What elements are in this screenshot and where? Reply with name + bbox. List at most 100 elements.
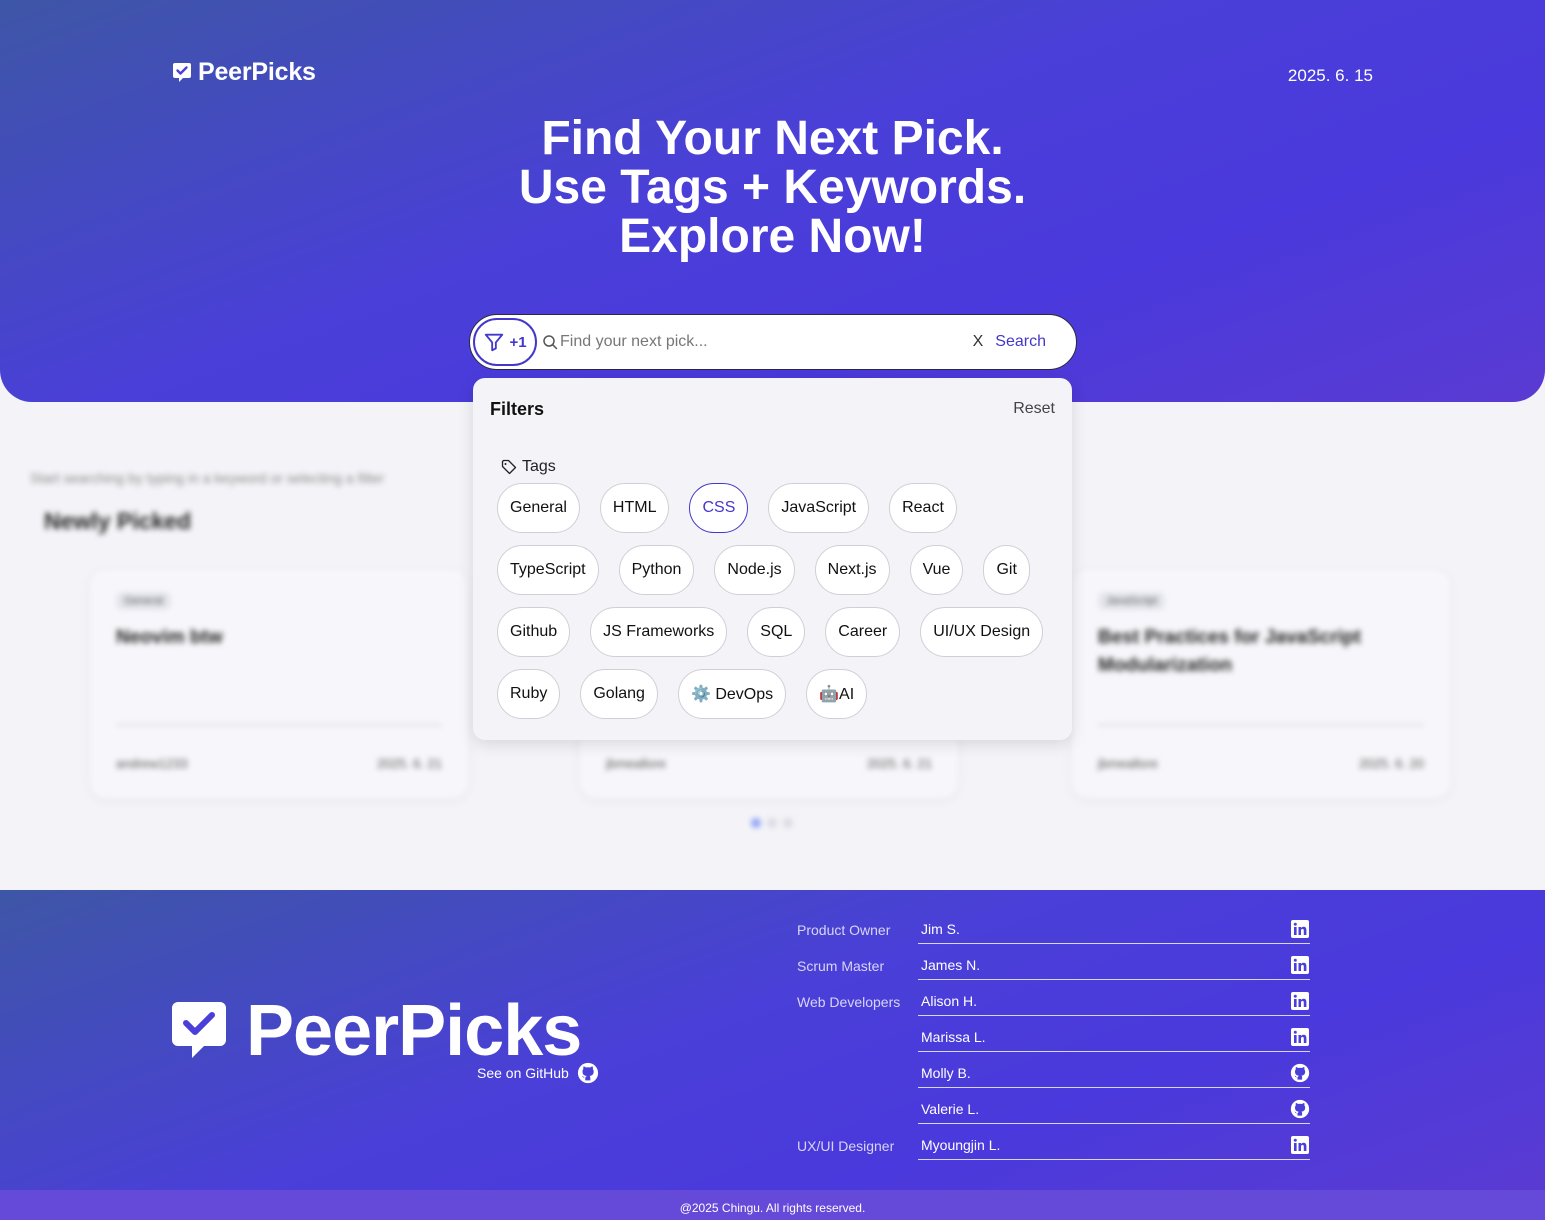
team-member-row: Valerie L. xyxy=(797,1094,1310,1130)
search-bar: +1 X Search xyxy=(469,314,1077,370)
logo-text: PeerPicks xyxy=(198,58,316,86)
carousel-dot[interactable] xyxy=(783,818,793,828)
team-member-row: Web Developers Alison H. xyxy=(797,986,1310,1022)
team-member: Valerie L. xyxy=(918,1096,1310,1124)
reset-filters-button[interactable]: Reset xyxy=(1013,400,1055,418)
card-divider xyxy=(116,724,442,726)
team-member: Myoungjin L. xyxy=(918,1132,1310,1160)
search-icon xyxy=(543,335,558,350)
footer-logo-text: PeerPicks xyxy=(246,991,582,1071)
check-bubble-icon xyxy=(172,1002,226,1058)
filter-count-badge: +1 xyxy=(509,333,527,351)
tag-chip[interactable]: Next.js xyxy=(814,545,890,595)
team-member-row: Molly B. xyxy=(797,1058,1310,1094)
filter-toggle-button[interactable]: +1 xyxy=(473,318,537,366)
card-tag: JavaScript xyxy=(1098,592,1166,610)
tag-chip-row: Github JS Frameworks SQL Career UI/UX De… xyxy=(497,607,1057,657)
team-member-row: Product Owner Jim S. xyxy=(797,914,1310,950)
team-member-row: Marissa L. xyxy=(797,1022,1310,1058)
tag-icon xyxy=(501,459,517,475)
tag-chip[interactable]: TypeScript xyxy=(497,545,599,595)
tag-chip[interactable]: HTML xyxy=(599,483,670,533)
search-input[interactable] xyxy=(560,333,973,351)
member-name: James N. xyxy=(921,957,981,973)
card-title: Neovim btw xyxy=(116,627,223,648)
tag-chip[interactable]: SQL xyxy=(747,607,806,657)
tag-chip[interactable]: Github xyxy=(497,607,571,657)
card-title: Best Practices for JavaScript Modulariza… xyxy=(1098,627,1361,676)
member-name: Alison H. xyxy=(921,993,978,1009)
card-date: 2025. 6. 20 xyxy=(1358,756,1424,771)
team-member: James N. xyxy=(918,952,1310,980)
current-date: 2025. 6. 15 xyxy=(1287,66,1373,85)
team-member: Alison H. xyxy=(918,988,1310,1016)
search-hint: Start searching by typing in a keyword o… xyxy=(30,470,385,486)
search-button[interactable]: Search xyxy=(995,333,1046,351)
tag-chip[interactable]: Python xyxy=(618,545,695,595)
member-name: Myoungjin L. xyxy=(921,1137,1001,1153)
linkedin-icon[interactable] xyxy=(1290,919,1310,939)
team-member-row: Scrum Master James N. xyxy=(797,950,1310,986)
linkedin-icon[interactable] xyxy=(1290,1027,1310,1047)
tag-chip[interactable]: Career xyxy=(825,607,901,657)
tag-chip-row: TypeScript Python Node.js Next.js Vue Gi… xyxy=(497,545,1057,595)
tag-chip-row: Ruby Golang ⚙️ DevOps 🤖AI xyxy=(497,669,1057,719)
tag-chip[interactable]: Git xyxy=(983,545,1030,595)
tag-chip[interactable]: Ruby xyxy=(497,669,561,719)
footer: PeerPicks See on GitHub Product Owner Ji… xyxy=(0,890,1545,1190)
member-name: Jim S. xyxy=(921,921,960,937)
team-member: Marissa L. xyxy=(918,1024,1310,1052)
check-bubble-icon xyxy=(173,62,191,82)
team-member-row: UX/UI Designer Myoungjin L. xyxy=(797,1130,1310,1166)
headline-line: Find Your Next Pick. xyxy=(541,112,1004,165)
team-member: Jim S. xyxy=(918,916,1310,944)
github-repo-link[interactable]: See on GitHub xyxy=(477,1062,599,1084)
tags-heading: Tags xyxy=(501,458,556,476)
linkedin-icon[interactable] xyxy=(1290,1135,1310,1155)
headline-line: Use Tags + Keywords. xyxy=(518,161,1027,214)
tag-chip[interactable]: Vue xyxy=(909,545,964,595)
tag-chip[interactable]: Golang xyxy=(580,669,658,719)
clear-search-button[interactable]: X xyxy=(973,333,984,351)
github-icon[interactable] xyxy=(1290,1099,1310,1119)
github-link-label: See on GitHub xyxy=(477,1065,569,1081)
tag-chip[interactable]: 🤖AI xyxy=(806,669,868,719)
card-tag: General xyxy=(116,592,172,610)
tag-chip-row: General HTML CSS JavaScript React xyxy=(497,483,1057,533)
team-role: Web Developers xyxy=(797,994,901,1010)
filter-panel: Filters Reset Tags General HTML CSS Java… xyxy=(473,378,1072,740)
linkedin-icon[interactable] xyxy=(1290,991,1310,1011)
tag-chip-selected[interactable]: CSS xyxy=(689,483,749,533)
card-author: andrew1233 xyxy=(116,756,188,771)
post-card[interactable]: JavaScript Best Practices for JavaScript… xyxy=(1072,570,1450,798)
tag-chip[interactable]: React xyxy=(889,483,957,533)
tag-chip[interactable]: JavaScript xyxy=(768,483,870,533)
headline-line: Explore Now! xyxy=(619,210,926,263)
filter-icon xyxy=(485,333,504,352)
tag-chip[interactable]: JS Frameworks xyxy=(590,607,728,657)
team-role: UX/UI Designer xyxy=(797,1138,895,1154)
copyright-bar: @2025 Chingu. All rights reserved. xyxy=(0,1190,1545,1220)
carousel-dot[interactable] xyxy=(767,818,777,828)
filter-panel-title: Filters xyxy=(490,399,545,419)
github-icon xyxy=(577,1062,598,1084)
tag-chip-list: General HTML CSS JavaScript React TypeSc… xyxy=(497,483,1057,731)
card-author: jbmeallore xyxy=(606,756,666,771)
tag-chip[interactable]: ⚙️ DevOps xyxy=(677,669,787,719)
github-icon[interactable] xyxy=(1290,1063,1310,1083)
tag-chip[interactable]: UI/UX Design xyxy=(920,607,1044,657)
team-role: Product Owner xyxy=(797,922,891,938)
member-name: Valerie L. xyxy=(921,1101,980,1117)
team-list: Product Owner Jim S. Scrum Master James … xyxy=(797,914,1310,1166)
tag-chip[interactable]: Node.js xyxy=(714,545,795,595)
tag-chip[interactable]: General xyxy=(497,483,580,533)
post-card[interactable]: General Neovim btw andrew1233 2025. 6. 2… xyxy=(90,570,468,798)
team-member: Molly B. xyxy=(918,1060,1310,1088)
footer-logo[interactable]: PeerPicks xyxy=(170,990,582,1072)
header-logo[interactable]: PeerPicks xyxy=(172,58,316,87)
carousel-dot[interactable] xyxy=(751,818,761,828)
linkedin-icon[interactable] xyxy=(1290,955,1310,975)
section-title: Newly Picked xyxy=(44,508,192,534)
card-author: jbmeallore xyxy=(1098,756,1158,771)
team-role: Scrum Master xyxy=(797,958,885,974)
